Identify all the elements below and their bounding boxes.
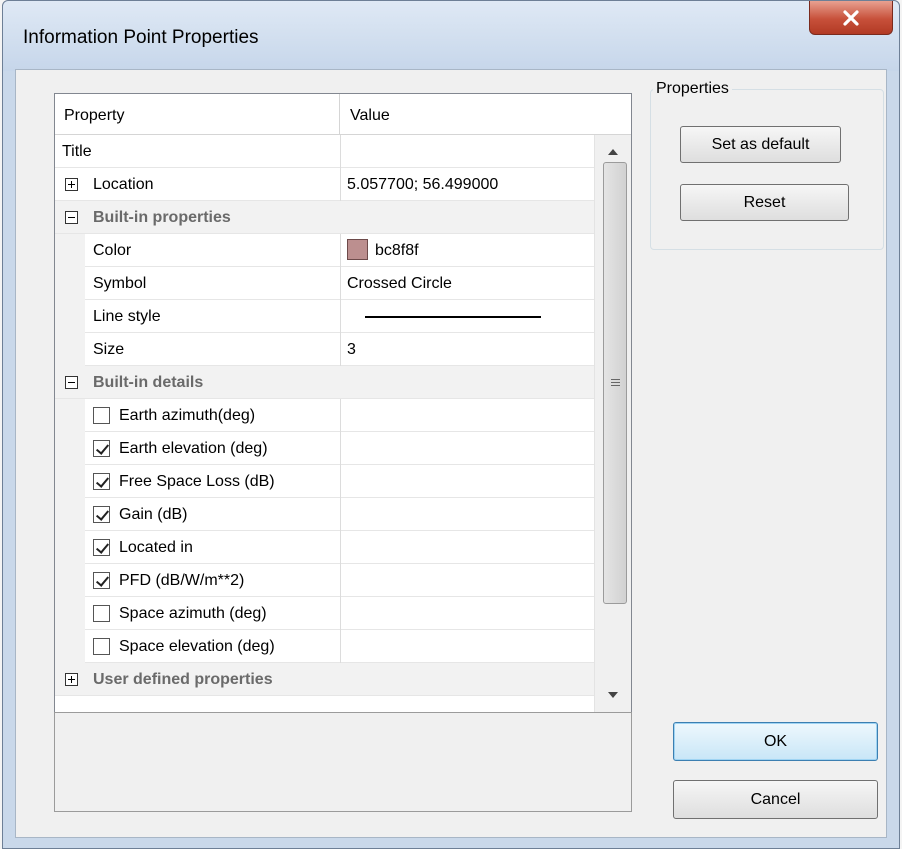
line-style-sample <box>365 316 541 318</box>
title-bar[interactable]: Information Point Properties <box>3 1 899 71</box>
checkbox[interactable] <box>93 407 110 424</box>
color-value: bc8f8f <box>375 242 419 259</box>
dialog-window: Information Point Properties Property Va… <box>2 0 900 849</box>
detail-row[interactable]: Earth elevation (deg) <box>55 432 595 465</box>
column-header-property[interactable]: Property <box>55 94 340 135</box>
row-label: Location <box>93 176 154 193</box>
scrollbar-thumb[interactable] <box>603 162 627 604</box>
ok-button[interactable]: OK <box>673 722 878 761</box>
checkbox[interactable] <box>93 605 110 622</box>
category-label: Built-in details <box>93 374 204 391</box>
row-value[interactable] <box>341 300 595 333</box>
category-label: User defined properties <box>93 671 273 688</box>
grid-header: Property Value <box>55 94 631 135</box>
detail-label: Space azimuth (deg) <box>119 605 267 622</box>
scroll-down-arrow-icon[interactable] <box>608 692 618 698</box>
expand-plus-icon[interactable] <box>65 178 78 191</box>
properties-groupbox <box>650 89 884 250</box>
cancel-button[interactable]: Cancel <box>673 780 878 819</box>
detail-label: Free Space Loss (dB) <box>119 473 275 490</box>
close-button[interactable] <box>809 1 893 35</box>
detail-label: Space elevation (deg) <box>119 638 275 655</box>
scroll-up-arrow-icon[interactable] <box>608 149 618 155</box>
row-value[interactable]: bc8f8f <box>341 234 595 267</box>
detail-label: Gain (dB) <box>119 506 188 523</box>
property-grid: Property Value Title Location 5.057700; … <box>54 93 632 713</box>
dialog-client-area: Property Value Title Location 5.057700; … <box>15 69 887 838</box>
color-swatch <box>347 238 368 260</box>
detail-row[interactable]: Free Space Loss (dB) <box>55 465 595 498</box>
checkbox[interactable] <box>93 473 110 490</box>
description-panel <box>54 712 632 812</box>
vertical-scrollbar[interactable] <box>594 135 631 712</box>
detail-label: Located in <box>119 539 193 556</box>
checkbox[interactable] <box>93 539 110 556</box>
detail-label: Earth azimuth(deg) <box>119 407 256 424</box>
row-value[interactable]: 3 <box>341 333 595 366</box>
row-value[interactable]: 5.057700; 56.499000 <box>341 168 595 201</box>
category-user-defined[interactable]: User defined properties <box>55 663 595 696</box>
row-symbol[interactable]: Symbol Crossed Circle <box>55 267 595 300</box>
expand-plus-icon[interactable] <box>65 673 78 686</box>
row-label: Line style <box>93 308 161 325</box>
collapse-minus-icon[interactable] <box>65 211 78 224</box>
row-label: Color <box>93 242 132 259</box>
row-title[interactable]: Title <box>55 135 595 168</box>
row-line-style[interactable]: Line style <box>55 300 595 333</box>
grid-rows: Title Location 5.057700; 56.499000 Built… <box>55 135 595 696</box>
row-value[interactable] <box>341 135 595 168</box>
row-label: Size <box>93 341 125 358</box>
groupbox-label: Properties <box>653 80 732 98</box>
checkbox[interactable] <box>93 440 110 457</box>
row-label: Symbol <box>93 275 147 292</box>
category-label: Built-in properties <box>93 209 231 226</box>
detail-row[interactable]: Gain (dB) <box>55 498 595 531</box>
row-label: Title <box>62 143 92 160</box>
checkbox[interactable] <box>93 638 110 655</box>
reset-button[interactable]: Reset <box>680 184 849 221</box>
window-title: Information Point Properties <box>23 27 259 48</box>
detail-row[interactable]: PFD (dB/W/m**2) <box>55 564 595 597</box>
row-location[interactable]: Location 5.057700; 56.499000 <box>55 168 595 201</box>
category-builtin-details[interactable]: Built-in details <box>55 366 595 399</box>
detail-label: PFD (dB/W/m**2) <box>119 572 245 589</box>
row-value[interactable]: Crossed Circle <box>341 267 595 300</box>
set-as-default-button[interactable]: Set as default <box>680 126 841 163</box>
detail-row[interactable]: Located in <box>55 531 595 564</box>
collapse-minus-icon[interactable] <box>65 376 78 389</box>
category-builtin-properties[interactable]: Built-in properties <box>55 201 595 234</box>
column-header-value[interactable]: Value <box>341 94 616 135</box>
detail-row[interactable]: Space azimuth (deg) <box>55 597 595 630</box>
checkbox[interactable] <box>93 506 110 523</box>
close-icon <box>843 9 859 26</box>
row-color[interactable]: Color bc8f8f <box>55 234 595 267</box>
detail-row[interactable]: Space elevation (deg) <box>55 630 595 663</box>
detail-row[interactable]: Earth azimuth(deg) <box>55 399 595 432</box>
detail-label: Earth elevation (deg) <box>119 440 268 457</box>
checkbox[interactable] <box>93 572 110 589</box>
row-size[interactable]: Size 3 <box>55 333 595 366</box>
